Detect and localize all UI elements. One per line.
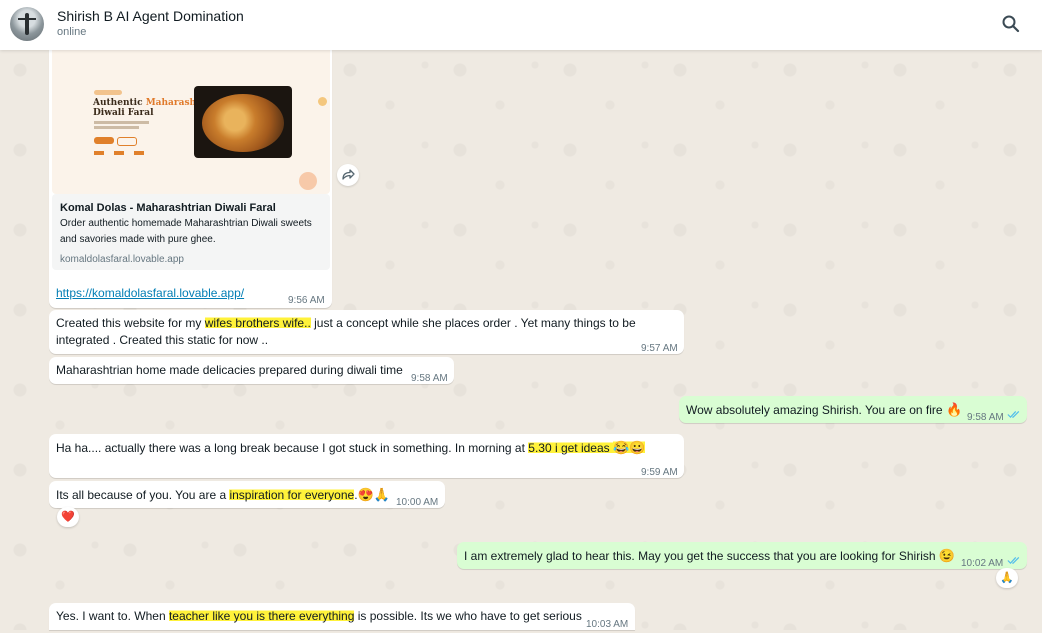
laughing-emoji: 😂😀	[613, 440, 646, 455]
preview-cta-button	[94, 137, 114, 144]
preview-heading-1: Authentic	[93, 98, 143, 108]
message-time: 9:59 AM	[641, 467, 678, 478]
preview-stats	[94, 151, 154, 155]
avatar-figure-arms	[18, 18, 36, 20]
highlighted-text: teacher like you is there everything	[168, 609, 355, 623]
link-preview-domain: komaldolasfaral.lovable.app	[60, 254, 184, 265]
preview-food-photo	[194, 86, 292, 158]
avatar[interactable]	[10, 7, 44, 41]
message-time: 10:00 AM	[396, 497, 439, 508]
message-text: Its all because of you. You are a inspir…	[56, 486, 390, 504]
heart-eyes-emoji: 😍🙏	[357, 487, 390, 502]
message-time: 9:58 AM	[967, 412, 1004, 423]
message-text-part: is possible. Its we who have to get seri…	[354, 609, 582, 623]
read-ticks-icon	[1007, 411, 1020, 419]
message-time: 9:58 AM	[411, 373, 448, 384]
heart-reaction[interactable]: ❤️	[57, 507, 79, 527]
message-text-part: Its all because of you. You are a	[56, 488, 230, 502]
message-text: I am extremely glad to hear this. May yo…	[464, 547, 955, 565]
message-text-part: I am extremely glad to hear this. May yo…	[464, 549, 936, 563]
preview-cta-button-2	[117, 137, 137, 146]
message-text: Yes. I want to. When teacher like you is…	[56, 608, 582, 625]
incoming-message[interactable]: Its all because of you. You are a inspir…	[49, 481, 445, 508]
forward-icon	[342, 169, 355, 180]
preview-heading-2: Diwali Faral	[93, 108, 154, 118]
outgoing-message[interactable]: I am extremely glad to hear this. May yo…	[457, 542, 1027, 569]
wink-emoji: 😉	[938, 548, 956, 563]
message-time: 10:02 AM	[961, 558, 1004, 569]
preview-food-plate	[202, 94, 284, 152]
search-icon[interactable]	[1001, 14, 1021, 34]
link-preview-title: Komal Dolas - Maharashtrian Diwali Faral	[60, 202, 276, 214]
link-preview-message[interactable]: Authentic Maharashtrian Diwali Faral Kom…	[49, 40, 332, 308]
pray-reaction[interactable]: 🙏	[996, 568, 1018, 588]
read-ticks-icon	[1007, 557, 1020, 565]
preview-decor-circle	[299, 172, 317, 190]
contact-name[interactable]: Shirish B AI Agent Domination	[57, 8, 244, 24]
message-text-line2: integrated . Created this static for now…	[56, 333, 269, 347]
message-text: Created this website for my wifes brothe…	[56, 315, 636, 332]
preview-subtext	[94, 121, 149, 124]
preview-subtext-2	[94, 126, 139, 129]
avatar-figure	[25, 13, 29, 35]
message-text-part: just a concept while she places order . …	[310, 316, 636, 330]
incoming-message[interactable]: Created this website for my wifes brothe…	[49, 310, 684, 354]
message-text: Maharashtrian home made delicacies prepa…	[56, 363, 403, 377]
incoming-message[interactable]: Ha ha.... actually there was a long brea…	[49, 434, 684, 478]
forward-button[interactable]	[337, 164, 359, 186]
chat-header: Shirish B AI Agent Domination online	[0, 0, 1042, 50]
message-time: 10:03 AM	[586, 619, 629, 630]
message-text-part: Ha ha.... actually there was a long brea…	[56, 441, 529, 455]
message-text-part: Wow absolutely amazing Shirish. You are …	[686, 403, 943, 417]
link-preview-description: Order authentic homemade Maharashtrian D…	[60, 218, 312, 245]
highlighted-text: 5.30 i get ideas	[528, 441, 613, 455]
message-text-part: Created this website for my	[56, 316, 205, 330]
highlighted-text: inspiration for everyone	[229, 488, 355, 502]
link-preview-meta[interactable]: Komal Dolas - Maharashtrian Diwali Faral…	[52, 194, 330, 270]
preview-decor-dot	[318, 97, 327, 106]
link-preview-image[interactable]: Authentic Maharashtrian Diwali Faral	[52, 40, 330, 194]
message-time: 9:56 AM	[288, 295, 325, 306]
incoming-message[interactable]: Yes. I want to. When teacher like you is…	[49, 603, 635, 630]
highlighted-text: wifes brothers wife..	[204, 316, 311, 330]
message-text: Ha ha.... actually there was a long brea…	[56, 439, 646, 457]
preview-badge	[94, 90, 122, 95]
outgoing-message[interactable]: Wow absolutely amazing Shirish. You are …	[679, 396, 1027, 423]
message-text-part: Yes. I want to. When	[56, 609, 169, 623]
message-text: Wow absolutely amazing Shirish. You are …	[686, 401, 962, 419]
message-time: 9:57 AM	[641, 343, 678, 354]
fire-emoji: 🔥	[945, 402, 963, 417]
incoming-message[interactable]: Maharashtrian home made delicacies prepa…	[49, 357, 454, 384]
contact-status: online	[57, 26, 87, 38]
message-link[interactable]: https://komaldolasfaral.lovable.app/	[56, 285, 244, 302]
